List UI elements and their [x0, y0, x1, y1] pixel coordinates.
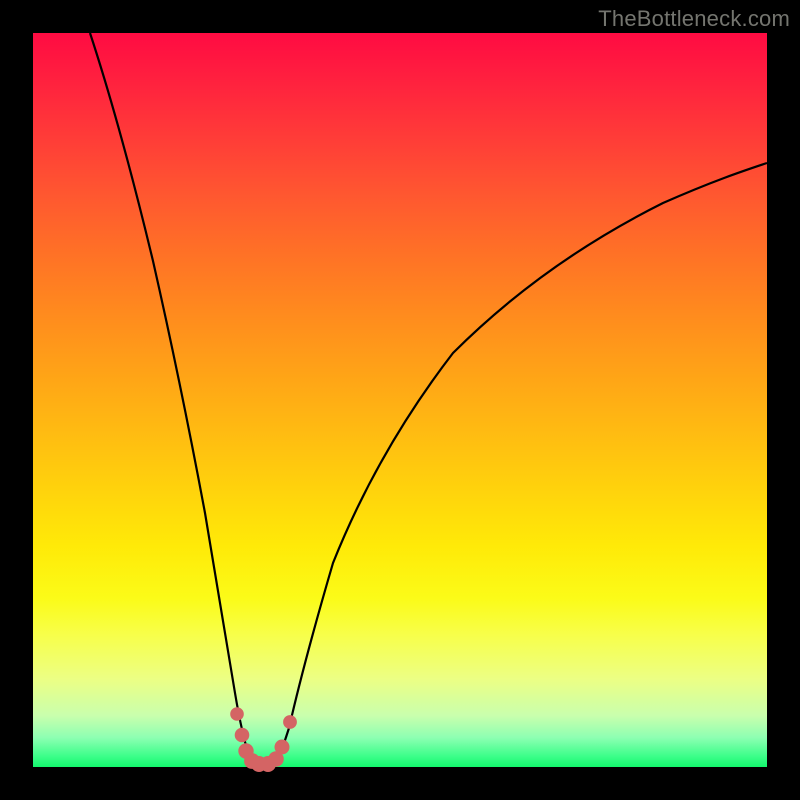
frame: TheBottleneck.com: [0, 0, 800, 800]
curve-group: [90, 33, 767, 764]
marker-dot: [230, 707, 244, 721]
watermark-text: TheBottleneck.com: [598, 6, 790, 32]
marker-group: [230, 707, 297, 772]
marker-dot: [275, 740, 290, 755]
left-curve: [90, 33, 255, 764]
chart-svg: [33, 33, 767, 767]
right-curve: [275, 163, 767, 764]
marker-dot: [283, 715, 297, 729]
marker-dot: [235, 728, 250, 743]
